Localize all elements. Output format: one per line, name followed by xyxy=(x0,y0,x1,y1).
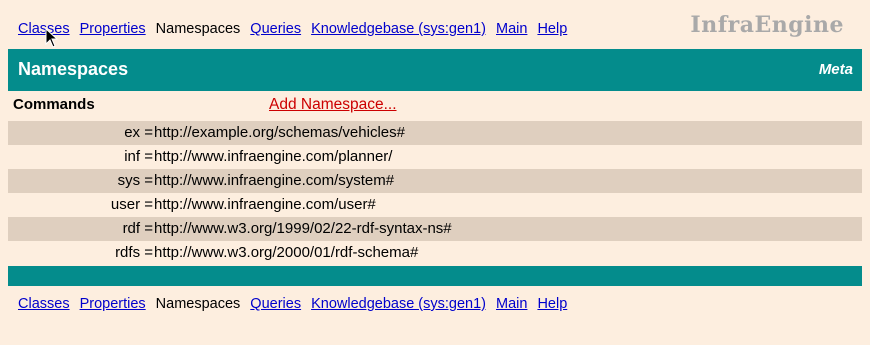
namespace-row: user = http://www.infraengine.com/user# xyxy=(8,193,862,217)
nav-link-main[interactable]: Main xyxy=(496,21,527,37)
nav-current-namespaces: Namespaces xyxy=(155,21,241,37)
nav-link-help[interactable]: Help xyxy=(537,296,567,312)
namespace-prefix: rdf = xyxy=(122,220,153,237)
namespace-row: sys = http://www.infraengine.com/system# xyxy=(8,169,862,193)
footer-bar xyxy=(8,266,862,286)
namespace-uri: http://www.w3.org/2000/01/rdf-schema# xyxy=(154,244,419,261)
page-title: Namespaces xyxy=(18,59,129,79)
commands-label: Commands xyxy=(13,96,95,113)
nav-link-queries[interactable]: Queries xyxy=(250,296,301,312)
brand-logo: InfraEngine xyxy=(690,12,844,38)
nav-link-knowledgebase[interactable]: Knowledgebase (sys:gen1) xyxy=(311,21,486,37)
namespace-uri: http://www.infraengine.com/user# xyxy=(154,196,376,213)
page-header-bar: Namespaces Meta xyxy=(8,49,862,91)
namespace-prefix: inf = xyxy=(124,148,153,165)
namespace-prefix: sys = xyxy=(117,172,153,189)
namespace-prefix: user = xyxy=(110,196,153,213)
top-nav: Classes Properties Namespaces Queries Kn… xyxy=(18,21,567,37)
namespace-row: inf = http://www.infraengine.com/planner… xyxy=(8,145,862,169)
namespace-row: rdfs = http://www.w3.org/2000/01/rdf-sch… xyxy=(8,241,862,265)
nav-link-knowledgebase[interactable]: Knowledgebase (sys:gen1) xyxy=(311,296,486,312)
nav-link-help[interactable]: Help xyxy=(537,21,567,37)
nav-link-main[interactable]: Main xyxy=(496,296,527,312)
nav-current-namespaces: Namespaces xyxy=(155,296,241,312)
nav-link-queries[interactable]: Queries xyxy=(250,21,301,37)
namespace-prefix: ex = xyxy=(124,124,153,141)
nav-link-classes[interactable]: Classes xyxy=(18,21,70,37)
namespace-uri: http://www.infraengine.com/system# xyxy=(154,172,395,189)
namespace-prefix: rdfs = xyxy=(115,244,153,261)
namespace-row: ex = http://example.org/schemas/vehicles… xyxy=(8,121,862,145)
namespace-uri: http://www.infraengine.com/planner/ xyxy=(154,148,393,165)
namespace-row: rdf = http://www.w3.org/1999/02/22-rdf-s… xyxy=(8,217,862,241)
nav-link-properties[interactable]: Properties xyxy=(80,296,146,312)
namespace-uri: http://www.w3.org/1999/02/22-rdf-syntax-… xyxy=(154,220,452,237)
mouse-cursor-icon xyxy=(45,28,59,48)
namespace-list: ex = http://example.org/schemas/vehicles… xyxy=(8,121,862,265)
bottom-nav: Classes Properties Namespaces Queries Kn… xyxy=(18,296,567,312)
nav-link-classes[interactable]: Classes xyxy=(18,296,70,312)
add-namespace-link[interactable]: Add Namespace... xyxy=(269,96,397,114)
meta-label: Meta xyxy=(818,61,853,78)
nav-link-properties[interactable]: Properties xyxy=(80,21,146,37)
namespace-uri: http://example.org/schemas/vehicles# xyxy=(154,124,405,141)
